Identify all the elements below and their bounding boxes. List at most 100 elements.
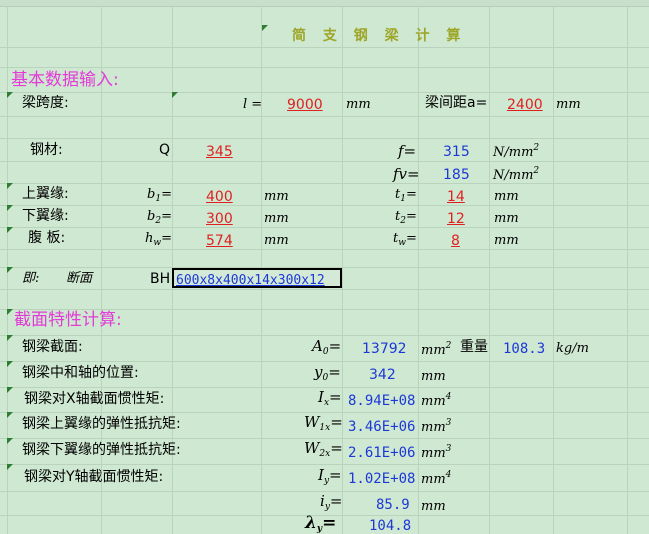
comment-marker[interactable] <box>7 92 13 98</box>
prop-symbol-w2x: W2x= <box>304 439 343 459</box>
comment-marker[interactable] <box>7 309 13 315</box>
gridline <box>489 6 490 534</box>
gridline <box>418 6 419 534</box>
top-flange-t-value[interactable]: 14 <box>447 190 465 204</box>
weight-value: 108.3 <box>503 341 546 357</box>
prop-label-ix: 钢梁对X轴截面惯性矩: <box>24 391 165 407</box>
comment-marker[interactable] <box>7 205 13 211</box>
gridline <box>0 67 649 68</box>
prop-value-iy-radius: 85.9 <box>376 497 410 513</box>
weight-unit: kg/m <box>556 341 589 356</box>
prop-unit-iy-radius: mm <box>421 499 446 514</box>
prop-value-ix: 8.94E+08 <box>348 393 416 409</box>
gridline <box>0 138 649 139</box>
bottom-flange-b-symbol: b2= <box>147 209 172 226</box>
web-t-unit: mm <box>494 233 519 248</box>
gridline <box>0 227 649 228</box>
prop-label-area: 钢梁截面: <box>22 339 83 355</box>
comment-marker[interactable] <box>7 412 13 418</box>
comment-marker[interactable] <box>7 335 13 341</box>
section-prefix-label: 即: <box>22 271 40 286</box>
prop-unit-neutral-axis: mm <box>421 369 446 384</box>
web-t-value[interactable]: 8 <box>451 234 460 248</box>
top-flange-label: 上翼缘: <box>22 186 69 202</box>
bottom-flange-t-unit: mm <box>494 211 519 226</box>
comment-marker[interactable] <box>7 361 13 367</box>
web-h-value[interactable]: 574 <box>206 234 233 248</box>
bottom-flange-t-symbol: t2= <box>395 209 417 226</box>
top-flange-t-unit: mm <box>494 189 519 204</box>
spacing-value[interactable]: 2400 <box>507 98 543 112</box>
prop-symbol-iy-radius: iy= <box>320 492 343 512</box>
top-flange-t-symbol: t1= <box>395 187 417 204</box>
prop-unit-w2x: mm3 <box>421 444 452 461</box>
comment-marker[interactable] <box>7 183 13 189</box>
spacing-unit: mm <box>556 97 581 112</box>
gridline <box>627 6 628 534</box>
spacing-label: 梁间距a= <box>425 95 488 111</box>
prop-unit-iy: mm4 <box>421 470 452 487</box>
prop-value-area: 13792 <box>362 341 407 357</box>
span-label: 梁跨度: <box>22 95 69 111</box>
prop-unit-w1x: mm3 <box>421 418 452 435</box>
gridline <box>0 412 649 413</box>
span-symbol: l = <box>243 97 263 112</box>
column-header-strip <box>0 0 649 7</box>
prop-label-iy: 钢梁对Y轴截面惯性矩: <box>24 469 164 485</box>
comment-marker[interactable] <box>7 267 13 273</box>
section-basic-heading: 基本数据输入: <box>11 70 119 90</box>
prop-symbol-area: A0= <box>312 337 342 357</box>
comment-marker[interactable] <box>7 438 13 444</box>
prop-symbol-slenderness: λy= <box>305 513 337 534</box>
gridline <box>0 438 649 439</box>
section-type: BH <box>150 271 171 287</box>
bottom-flange-b-value[interactable]: 300 <box>206 212 233 226</box>
bottom-flange-t-value[interactable]: 12 <box>447 212 465 226</box>
span-value[interactable]: 9000 <box>287 98 323 112</box>
gridline <box>0 92 649 93</box>
comment-marker[interactable] <box>7 227 13 233</box>
prop-unit-ix: mm4 <box>421 392 452 409</box>
gridline <box>553 6 554 534</box>
bottom-flange-label: 下翼缘: <box>22 208 69 224</box>
prop-value-neutral-axis: 342 <box>369 367 396 383</box>
gridline <box>0 161 649 162</box>
prop-value-w2x: 2.61E+06 <box>348 445 416 461</box>
gridline <box>0 116 649 117</box>
comment-marker[interactable] <box>7 464 13 470</box>
sheet-title: 简 支 钢 梁 计 算 <box>292 28 467 44</box>
web-label: 腹 板: <box>28 230 66 246</box>
gridline <box>0 47 649 48</box>
gridline <box>0 464 649 465</box>
section-label: 断面 <box>66 271 93 286</box>
gridline <box>0 183 649 184</box>
top-flange-b-symbol: b1= <box>147 187 172 204</box>
prop-symbol-neutral-axis: y0= <box>314 363 341 383</box>
section-designation-cell[interactable]: 600x8x400x14x300x12 <box>172 268 342 288</box>
prop-symbol-iy: Iy= <box>318 466 342 486</box>
gridline <box>0 387 649 388</box>
gridline <box>0 249 649 250</box>
web-h-unit: mm <box>264 233 289 248</box>
gridline <box>0 335 649 336</box>
web-t-symbol: tw= <box>393 231 417 248</box>
weight-label: 重量 <box>460 339 488 355</box>
steel-label: 钢材: <box>30 142 63 158</box>
top-flange-b-unit: mm <box>264 189 289 204</box>
fv-symbol: fv= <box>393 165 420 183</box>
steel-grade-value[interactable]: 345 <box>206 145 233 159</box>
comment-marker[interactable] <box>262 25 268 31</box>
prop-unit-area: mm2 <box>421 341 452 358</box>
prop-value-iy: 1.02E+08 <box>348 471 416 487</box>
comment-marker[interactable] <box>7 387 13 393</box>
comment-marker[interactable] <box>172 92 178 98</box>
prop-symbol-ix: Ix= <box>318 388 342 408</box>
top-flange-b-value[interactable]: 400 <box>206 190 233 204</box>
span-unit: mm <box>346 97 371 112</box>
web-h-symbol: hw= <box>145 231 172 248</box>
prop-label-w1x: 钢梁上翼缘的弹性抵抗矩: <box>22 416 181 432</box>
prop-value-slenderness: 104.8 <box>369 518 412 534</box>
prop-value-w1x: 3.46E+06 <box>348 419 416 435</box>
f-symbol: f= <box>398 142 417 160</box>
f-unit: N/mm2 <box>493 143 540 160</box>
